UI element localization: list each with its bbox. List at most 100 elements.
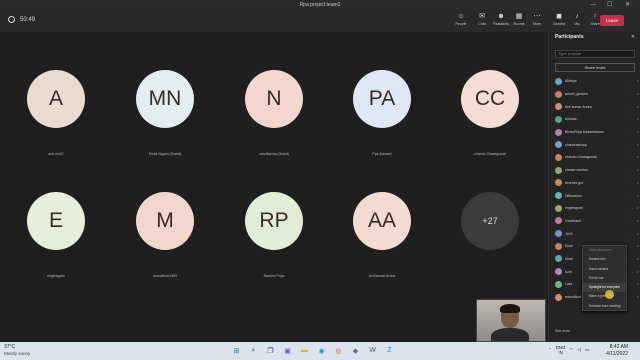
toolbar-label: Share — [590, 22, 600, 26]
toolbar-people-button[interactable]: ☺ People — [452, 12, 470, 26]
context-menu-item[interactable]: Disable mic — [583, 255, 626, 264]
more-options-icon[interactable]: ⋯ — [630, 117, 633, 121]
more-options-icon[interactable]: ⋯ — [630, 168, 633, 172]
participant-tile[interactable]: Nnanditarma (Guest) — [224, 70, 324, 156]
participant-item[interactable]: Jai K ⋯ ⊘ — [555, 227, 639, 240]
participant-tile[interactable]: PA Pps Avinash — [332, 70, 432, 156]
tile-name: Anil kumar Andra — [368, 274, 396, 278]
mic-off-icon: ⊘ — [636, 231, 639, 236]
tile-name: anil.mo07 — [48, 152, 64, 156]
toolbar-label: People — [455, 22, 467, 26]
participant-tile[interactable]: Mmanuthi.m1989 — [115, 192, 215, 278]
context-menu-item[interactable]: Pin for me — [583, 274, 626, 283]
participant-item[interactable]: chandu Charagonda ⋯ ⊘ — [555, 151, 639, 164]
context-menu-item[interactable]: Allow camera — [583, 265, 626, 274]
start-icon[interactable]: ⊞ — [230, 344, 243, 357]
word-icon[interactable]: W — [366, 344, 379, 357]
more-options-icon[interactable]: ⋯ — [630, 194, 633, 198]
participant-item[interactable]: Anil kumar Andra ⋯ ⊘ — [555, 100, 639, 113]
toolbar-label: Camera — [552, 22, 566, 26]
battery-icon[interactable]: ▭ — [585, 347, 589, 353]
more-options-icon[interactable]: ⋯ — [630, 79, 633, 83]
participant-search-input[interactable]: Type a name — [555, 50, 635, 58]
participant-item[interactable]: Avinash ⋯ ⊘ — [555, 113, 639, 126]
participant-tile[interactable]: AA Anil kumar Andra — [332, 192, 432, 278]
participant-tile[interactable]: Eenglesgsmi — [6, 192, 106, 278]
share-invite-button[interactable]: Share invite — [555, 63, 635, 72]
clock[interactable]: 8:42 AM 4/11/2022 — [598, 344, 628, 357]
participant-item[interactable]: Dilbuanam ⋯ ⊘ — [555, 189, 639, 202]
avatar — [555, 242, 562, 250]
mic-off-icon: ⊘ — [636, 168, 639, 173]
participant-tile[interactable]: Aanil.mo07 — [6, 70, 106, 156]
participant-context-menu: Mute participant Disable mic Allow camera P… — [582, 245, 627, 311]
close-window-button[interactable]: ✕ — [625, 0, 630, 10]
zoom-icon[interactable]: Z — [383, 344, 396, 357]
store-icon[interactable]: ◆ — [349, 344, 362, 357]
leave-button[interactable]: Leave — [600, 15, 624, 26]
toolbar-more-button[interactable]: ⋯ More — [528, 12, 546, 26]
more-options-icon[interactable]: ⋯ — [630, 181, 633, 185]
teams-icon[interactable]: ▣ — [281, 344, 294, 357]
more-options-icon[interactable]: ⋯ — [630, 105, 633, 109]
more-options-icon[interactable]: ⋯ — [630, 130, 633, 134]
more-options-icon[interactable]: ⋯ — [630, 257, 633, 261]
participant-item[interactable]: chetan dumbre ⋯ ⊘ — [555, 164, 639, 177]
panel-title: Participants — [555, 34, 584, 40]
see-more-link[interactable]: See more — [555, 329, 570, 333]
shield-icon — [8, 16, 15, 23]
more-options-icon[interactable]: ⋯ — [630, 282, 633, 286]
more-options-icon[interactable]: ⋯ — [630, 155, 633, 159]
toolbar-rooms-button[interactable]: ▦ Rooms — [510, 12, 528, 26]
more-participants-tile[interactable]: +27 — [440, 192, 540, 250]
participant-name: Avinash — [565, 117, 578, 122]
self-video-preview[interactable] — [476, 299, 546, 342]
tile-name: manuthi.m1989 — [152, 274, 178, 278]
context-menu-item[interactable]: Remove from meeting — [583, 302, 626, 311]
more-options-icon[interactable]: ⋯ — [630, 206, 633, 210]
avatar: PA — [353, 70, 411, 128]
avatar: M — [136, 192, 194, 250]
more-options-icon[interactable]: ⋯ — [630, 232, 633, 236]
edge-icon[interactable]: ◉ — [315, 344, 328, 357]
weather-widget[interactable]: 37°C Mostly sunny — [4, 344, 30, 357]
minimize-button[interactable]: — — [590, 0, 596, 10]
tile-name: Pps Avinash — [372, 152, 392, 156]
people-icon: ☺ — [457, 13, 465, 20]
more-options-icon[interactable]: ⋯ — [630, 244, 633, 248]
more-options-icon[interactable]: ⋯ — [630, 270, 633, 274]
participant-item[interactable]: englesgsmi ⋯ ⊘ — [555, 202, 639, 215]
maximize-button[interactable]: ☐ — [607, 0, 612, 10]
close-panel-icon[interactable]: ✕ — [631, 34, 635, 40]
more-options-icon[interactable]: ⋯ — [630, 295, 633, 299]
chrome-icon[interactable]: ◎ — [332, 344, 345, 357]
participant-name: chandu Charagonda — [565, 155, 597, 160]
more-options-icon[interactable]: ⋯ — [630, 92, 633, 96]
language-indicator[interactable]: ENG IN — [556, 345, 566, 355]
chevron-up-icon[interactable]: ⌃ — [548, 347, 552, 353]
task-view-icon[interactable]: ❐ — [264, 344, 277, 357]
participant-item[interactable]: dershini.gsl ⋯ ⊘ — [555, 177, 639, 190]
mic-icon: ♪ — [575, 13, 579, 20]
participant-tile[interactable]: MN Mohit Nigam (Guest) — [115, 70, 215, 156]
more-options-icon[interactable]: ⋯ — [630, 143, 633, 147]
participant-item[interactable]: BinduPriya Kadambaram ⋯ ⊘ — [555, 126, 639, 139]
participant-item[interactable]: Gowthami ⋯ ⊘ — [555, 215, 639, 228]
meeting-timer: 50:49 — [8, 16, 35, 23]
context-menu-item[interactable]: Spotlight for everyone — [583, 283, 626, 293]
participant-item[interactable]: chandrashsup ⋯ ⊘ — [555, 138, 639, 151]
participant-item[interactable]: Akhhya ⋯ ⊘ — [555, 75, 639, 88]
participant-tile[interactable]: RP Rashmi Priya — [224, 192, 324, 278]
more-options-icon[interactable]: ⋯ — [630, 219, 633, 223]
participant-item[interactable]: amani_gontela ⋯ ⊘ — [555, 88, 639, 101]
search-icon[interactable]: ⌕ — [247, 344, 260, 357]
speaker-icon[interactable]: ◁ — [577, 347, 580, 353]
toolbar-mic-button[interactable]: ♪ Mic — [568, 12, 586, 26]
toolbar-chat-button[interactable]: ✉ Chat — [473, 12, 491, 26]
file-explorer-icon[interactable]: ▬ — [298, 344, 311, 357]
participant-tile[interactable]: CC chandu Charagonda — [440, 70, 540, 156]
toolbar-camera-button[interactable]: ◼ Camera — [550, 12, 568, 26]
toolbar-reactions-button[interactable]: ☻ Reactions — [492, 12, 510, 26]
avatar — [555, 192, 562, 200]
wifi-icon[interactable]: ◠ — [570, 347, 574, 353]
